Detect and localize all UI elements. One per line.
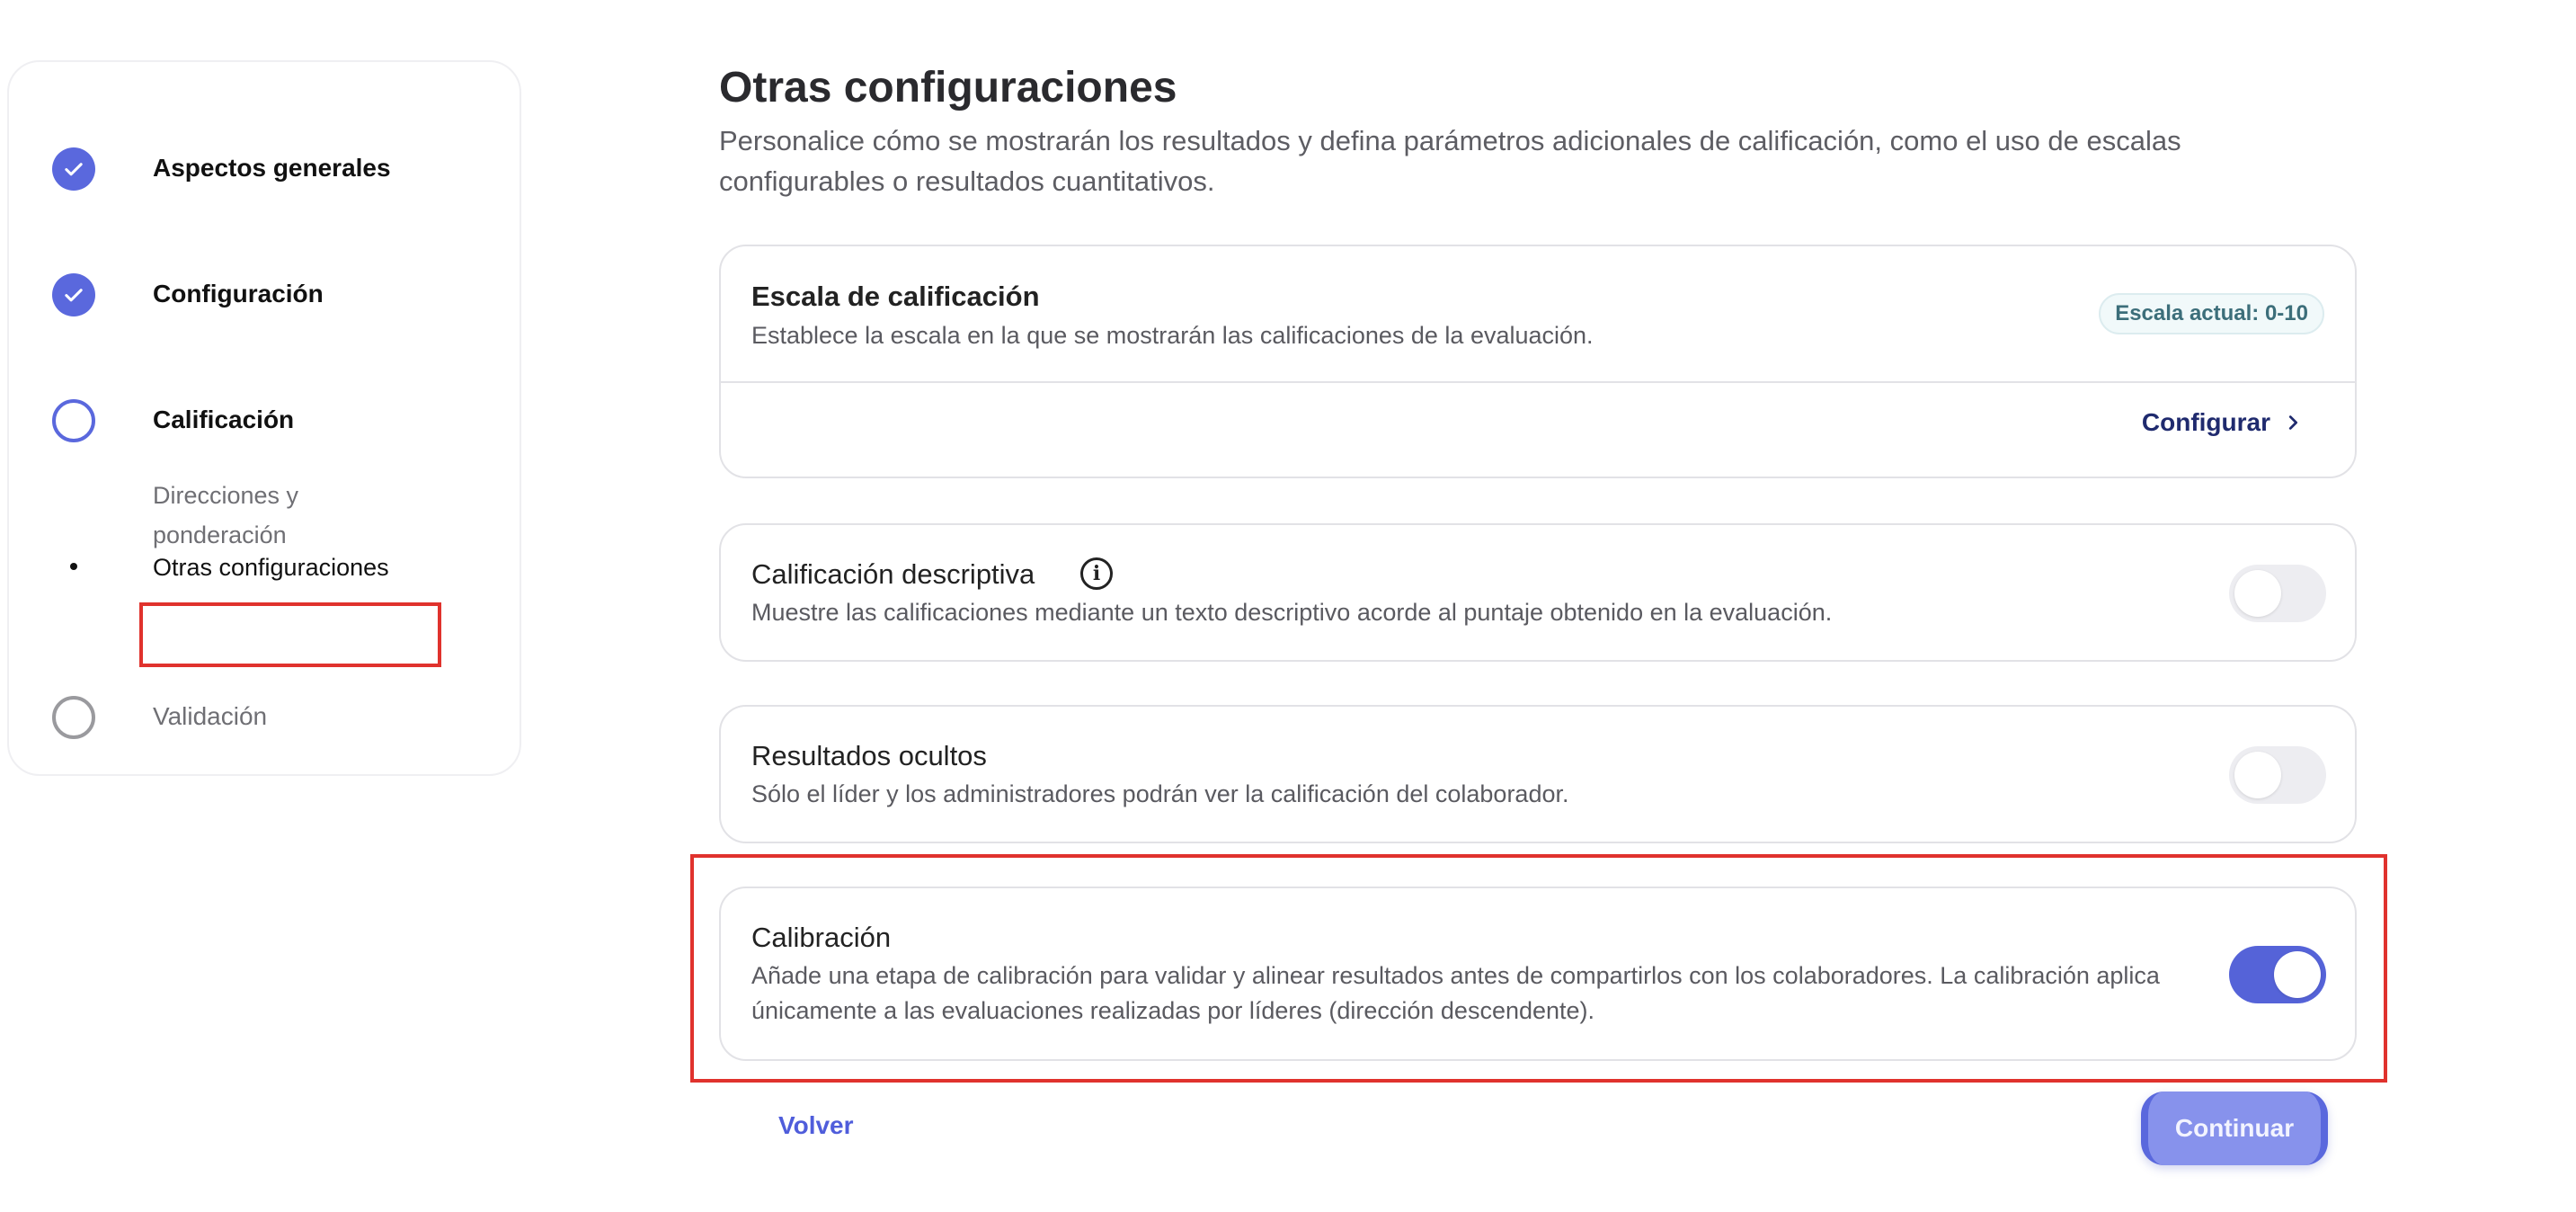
page: Aspectos generales Configuración Calific… bbox=[0, 0, 2576, 1212]
configure-button-label: Configurar bbox=[2141, 408, 2270, 436]
current-scale-badge: Escala actual: 0-10 bbox=[2099, 293, 2324, 334]
hidden-results-toggle[interactable] bbox=[2229, 746, 2326, 804]
descriptive-rating-toggle[interactable] bbox=[2229, 565, 2326, 622]
substep-direcciones-ponderacion[interactable]: Direcciones y ponderación bbox=[153, 476, 422, 555]
page-title: Otras configuraciones bbox=[719, 64, 1177, 111]
current-step-circle-icon bbox=[52, 399, 95, 442]
configure-button[interactable]: Configurar bbox=[2142, 408, 2303, 437]
rating-scale-title: Escala de calificación bbox=[751, 281, 1040, 312]
highlight-box bbox=[690, 854, 2387, 1083]
toggle-knob bbox=[2234, 570, 2281, 617]
hidden-results-card: Resultados ocultos Sólo el líder y los a… bbox=[719, 705, 2357, 843]
check-icon bbox=[52, 147, 95, 191]
toggle-knob bbox=[2234, 752, 2281, 798]
descriptive-rating-description: Muestre las calificaciones mediante un t… bbox=[751, 599, 1833, 626]
continue-button-label: Continuar bbox=[2174, 1114, 2295, 1142]
continue-button[interactable]: Continuar bbox=[2141, 1092, 2328, 1165]
back-button[interactable]: Volver bbox=[778, 1111, 854, 1140]
chevron-right-icon bbox=[2288, 415, 2298, 430]
check-icon bbox=[52, 273, 95, 316]
info-icon[interactable]: i bbox=[1080, 557, 1113, 590]
stepper-panel: Aspectos generales Configuración Calific… bbox=[7, 60, 521, 776]
descriptive-rating-card: Calificación descriptiva i Muestre las c… bbox=[719, 523, 2357, 662]
pending-step-circle-icon bbox=[52, 696, 95, 739]
hidden-results-title: Resultados ocultos bbox=[751, 740, 987, 771]
hidden-results-description: Sólo el líder y los administradores podr… bbox=[751, 780, 1569, 807]
descriptive-rating-title: Calificación descriptiva bbox=[751, 558, 1035, 590]
page-description: Personalice cómo se mostrarán los result… bbox=[719, 125, 2181, 197]
highlight-box bbox=[139, 602, 441, 667]
step-label-aspectos-generales[interactable]: Aspectos generales bbox=[153, 154, 391, 183]
rating-scale-description: Establece la escala en la que se mostrar… bbox=[751, 322, 1594, 349]
rating-scale-card: Escala de calificación Establece la esca… bbox=[719, 245, 2357, 478]
bullet-icon bbox=[70, 563, 77, 570]
step-label-calificacion[interactable]: Calificación bbox=[153, 405, 294, 434]
card-divider bbox=[721, 381, 2355, 383]
step-label-configuracion[interactable]: Configuración bbox=[153, 280, 324, 308]
step-label-validacion[interactable]: Validación bbox=[153, 702, 267, 731]
substep-otras-configuraciones[interactable]: Otras configuraciones bbox=[153, 548, 422, 587]
